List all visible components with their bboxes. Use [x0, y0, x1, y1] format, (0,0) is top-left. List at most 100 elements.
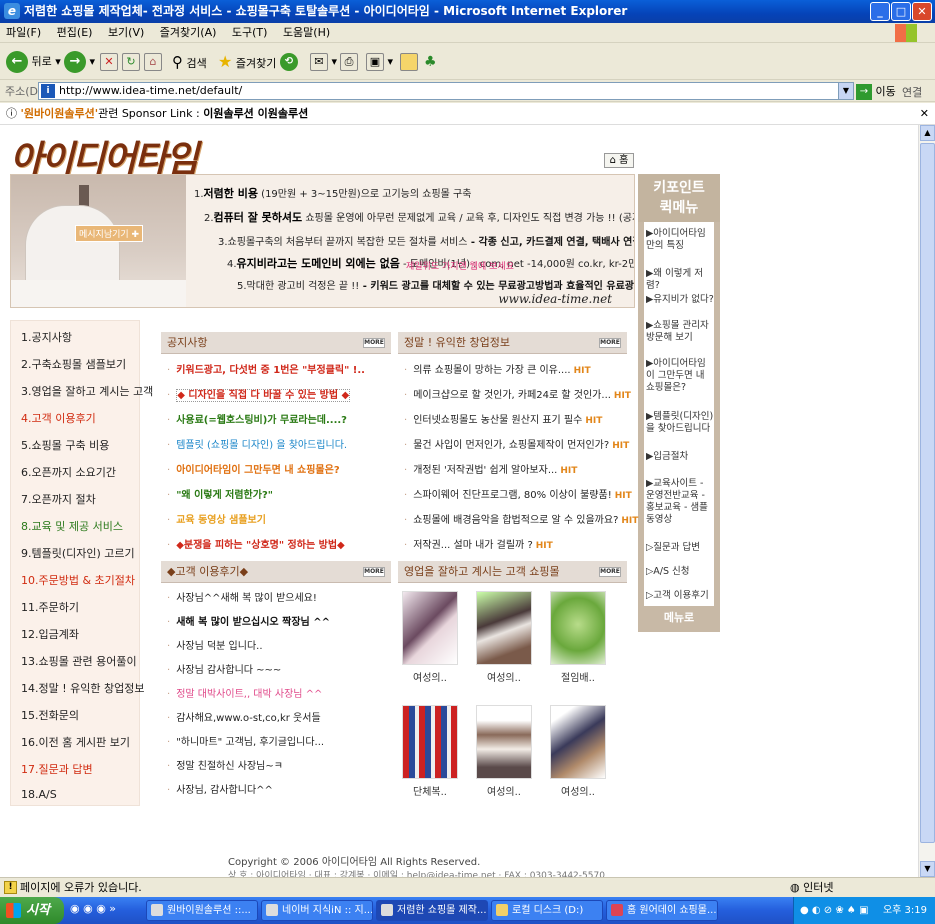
menu-tools[interactable]: 도구(T) — [232, 26, 268, 39]
quick-menu-item[interactable]: ▷고객 이용후기 — [646, 590, 714, 602]
warning-icon[interactable]: ! — [4, 881, 17, 894]
sponsor-links[interactable]: 이원솔루션 이원솔루션 — [203, 107, 308, 120]
shop-thumbnail[interactable]: 단체복.. — [402, 705, 458, 798]
shop-thumbnail[interactable]: 여성의.. — [476, 591, 532, 684]
startup-row[interactable]: · 쇼핑몰에 배경음악을 합법적으로 알 수 있을까요? HIT — [404, 511, 638, 526]
left-menu-item[interactable]: 15.전화문의 — [21, 707, 79, 723]
notice-row[interactable]: · 교육 동영상 샘플보기 — [167, 511, 266, 526]
menu-favorites[interactable]: 즐겨찾기(A) — [160, 26, 217, 39]
review-row[interactable]: · 사장님^^새해 복 많이 받으세요! — [167, 589, 317, 604]
taskbar-item[interactable]: 원바이원솔루션 ::... — [146, 900, 258, 921]
address-input[interactable]: i http://www.idea-time.net/default/ ▼ — [38, 82, 854, 100]
left-menu-item[interactable]: 16.이전 홈 게시판 보기 — [21, 734, 130, 750]
left-menu-item[interactable]: 11.주문하기 — [21, 599, 79, 615]
notice-more-button[interactable]: MORE — [363, 338, 385, 348]
quick-menu-item[interactable]: ▶왜 이렇게 저렴? — [646, 268, 714, 292]
quick-menu-item[interactable]: ▶아이디어타임이 그만두면 내 쇼핑몰은? — [646, 358, 714, 394]
quick-menu-item[interactable]: ▶유지비가 없다? — [646, 294, 714, 306]
note-button[interactable] — [400, 50, 418, 74]
notice-row[interactable]: · ◆ 디자인을 직접 다 바꿀 수 있는 방법 ◆ — [167, 386, 351, 402]
startup-row[interactable]: · 인터넷쇼핑몰도 농산물 원산지 표기 필수 HIT — [404, 411, 602, 426]
left-menu-item[interactable]: 9.템플릿(디자인) 고르기 — [21, 545, 135, 561]
shop-thumbnail[interactable]: 절임배.. — [550, 591, 606, 684]
home-button[interactable]: ⌂ — [144, 50, 162, 74]
left-menu-item[interactable]: 3.영업을 잘하고 계시는 고객 — [21, 383, 153, 399]
left-menu-item[interactable]: 2.구축쇼핑몰 샘플보기 — [21, 356, 126, 372]
menu-help[interactable]: 도움말(H) — [283, 26, 330, 39]
taskbar-item[interactable]: 네이버 지식iN :: 지... — [261, 900, 373, 921]
go-button[interactable]: → 이동 — [856, 83, 896, 100]
mail-button[interactable]: ✉ ▾ — [310, 50, 337, 74]
menu-edit[interactable]: 편집(E) — [57, 26, 93, 39]
history-button[interactable]: ⟲ — [280, 50, 298, 74]
notice-row[interactable]: · 아이디어타임이 그만두면 내 쇼핑몰은? — [167, 461, 340, 476]
left-menu-item[interactable]: 13.쇼핑몰 관련 용어풀이 — [21, 653, 137, 669]
scroll-thumb[interactable] — [920, 143, 935, 843]
sponsor-close-icon[interactable]: ✕ — [920, 103, 929, 125]
left-menu-item[interactable]: 7.오픈까지 절차 — [21, 491, 96, 507]
shop-thumbnail[interactable]: 여성의.. — [402, 591, 458, 684]
sponsor-keyword[interactable]: '원바이원솔루션' — [21, 107, 99, 120]
back-button[interactable]: ← 뒤로 ▾ — [6, 50, 61, 74]
review-row[interactable]: · "하니마트" 고객님, 후기글입니다... — [167, 733, 324, 748]
taskbar-item[interactable]: 로컬 디스크 (D:) — [491, 900, 603, 921]
review-row[interactable]: · 사장님, 감사합니다^^ — [167, 781, 273, 796]
startup-row[interactable]: · 스파이웨어 진단프로그램, 80% 이상이 불량품! HIT — [404, 486, 632, 501]
left-menu-item[interactable]: 5.쇼핑몰 구축 비용 — [21, 437, 109, 453]
quick-menu-item[interactable]: ▶템플릿(디자인)을 찾아드립니다 — [646, 411, 714, 435]
quick-menu-item[interactable]: ▶교육사이트 - 운영전반교육 - 홍보교육 - 샘플동영상 — [646, 478, 714, 526]
review-row[interactable]: · 사장님 덕분 입니다.. — [167, 637, 263, 652]
vertical-scrollbar[interactable]: ▲ ▼ — [918, 125, 935, 877]
minimize-button[interactable]: _ — [870, 2, 890, 21]
left-menu-item[interactable]: 12.입금계좌 — [21, 626, 79, 642]
startup-row[interactable]: · 의류 쇼핑몰이 망하는 가장 큰 이유.... HIT — [404, 361, 591, 376]
quick-menu-item[interactable]: ▷질문과 답변 — [646, 542, 714, 554]
home-link[interactable]: ⌂ 홈 — [604, 153, 634, 168]
scroll-down-icon[interactable]: ▼ — [920, 861, 935, 877]
quick-menu-item[interactable]: ▶아이디어타임만의 특징 — [646, 228, 714, 252]
close-button[interactable]: ✕ — [912, 2, 932, 21]
links-label[interactable]: 연결 — [902, 84, 922, 100]
review-row[interactable]: · 감사해요,www.o-st,co,kr 웃서들 — [167, 709, 321, 724]
edit-button[interactable]: ▣ ▾ — [366, 50, 393, 74]
review-row[interactable]: · 새해 복 많이 받으십시오 짝장님 ^^ — [167, 613, 330, 628]
review-row[interactable]: · 정말 대박사이트,, 대박 사장님 ^^ — [167, 685, 322, 700]
back-to-menu-button[interactable]: 메뉴로 — [638, 606, 720, 630]
shop-thumbnail[interactable]: 여성의.. — [476, 705, 532, 798]
notice-row[interactable]: · 템플릿 (쇼핑몰 디자인) 을 찾아드립니다. — [167, 436, 347, 451]
left-menu-item[interactable]: 14.정말 ! 유익한 창업정보 — [21, 680, 144, 696]
tray-icons[interactable]: ● ◐ ⊘ ❀ ♠ ▣ — [800, 905, 869, 916]
quick-menu-item[interactable]: ▶쇼핑몰 관리자 방문해 보기 — [646, 320, 714, 344]
menu-view[interactable]: 보기(V) — [108, 26, 144, 39]
shop-thumbnail[interactable]: 여성의.. — [550, 705, 606, 798]
startup-row[interactable]: · 저작권... 설마 내가 걸릴까 ? HIT — [404, 536, 553, 551]
search-button[interactable]: ⚲ 검색 — [172, 50, 207, 74]
review-row[interactable]: · 사장님 감사합니다 ~~~ — [167, 661, 281, 676]
forward-button[interactable]: → ▾ — [64, 50, 95, 74]
left-menu-item[interactable]: 17.질문과 답변 — [21, 761, 93, 777]
startup-more-button[interactable]: MORE — [599, 338, 621, 348]
address-dropdown-icon[interactable]: ▼ — [838, 83, 853, 99]
startup-row[interactable]: · 물건 사입이 먼저인가, 쇼핑몰제작이 먼저인가? HIT — [404, 436, 629, 451]
quick-menu-item[interactable]: ▶입금절차 — [646, 451, 714, 463]
leave-message-button[interactable]: 메시지남기기 ✚ — [75, 225, 144, 242]
notice-row[interactable]: · 사용료(=웹호스팅비)가 무료라는데....? — [167, 411, 347, 426]
quick-menu-item[interactable]: ▷A/S 신청 — [646, 566, 714, 578]
stop-button[interactable]: ✕ — [100, 50, 118, 74]
startup-row[interactable]: · 메이크샵으로 할 것인가, 카페24로 할 것인가... HIT — [404, 386, 631, 401]
messenger-button[interactable]: ♣ — [424, 50, 437, 74]
print-button[interactable]: ⎙ — [340, 50, 358, 74]
notice-row[interactable]: · "왜 이렇게 저렴한가?" — [167, 486, 273, 501]
refresh-button[interactable]: ↻ — [122, 50, 140, 74]
review-row[interactable]: · 정말 친절하신 사장님~ㅋ — [167, 757, 283, 772]
start-button[interactable]: 시작 — [0, 897, 64, 924]
taskbar-item[interactable]: 홈 원어데이 쇼핑몰... — [606, 900, 718, 921]
left-menu-item[interactable]: 4.고객 이용후기 — [21, 410, 96, 426]
left-menu-item[interactable]: 18.A/S — [21, 788, 57, 801]
maximize-button[interactable]: □ — [891, 2, 911, 21]
scroll-up-icon[interactable]: ▲ — [920, 125, 935, 141]
left-menu-item[interactable]: 10.주문방법 & 초기절차 — [21, 572, 135, 588]
left-menu-item[interactable]: 1.공지사항 — [21, 329, 72, 345]
customer-shops-more-button[interactable]: MORE — [599, 567, 621, 577]
quick-launch[interactable]: ◉ ◉ ◉ » — [70, 902, 116, 915]
